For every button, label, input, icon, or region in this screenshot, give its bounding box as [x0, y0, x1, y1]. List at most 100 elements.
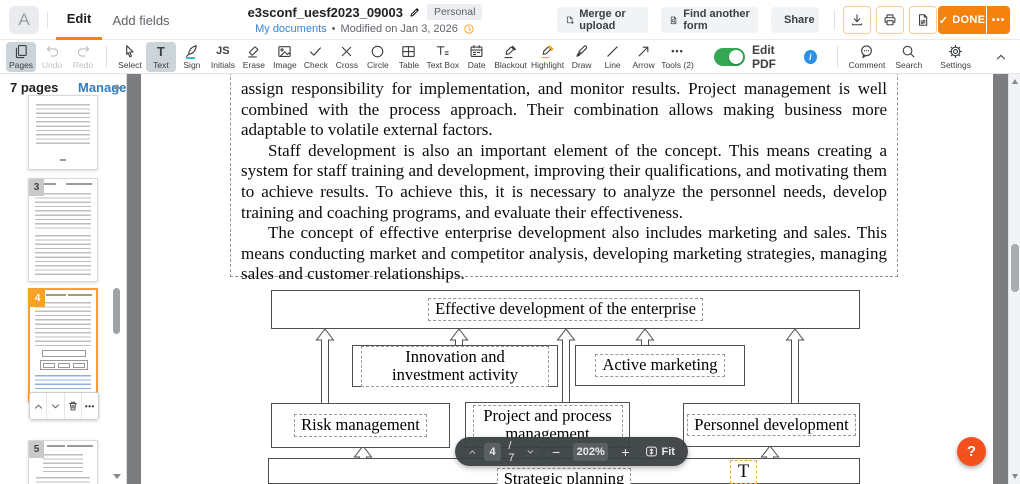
fit-button[interactable]: Fit	[645, 445, 675, 458]
move-page-down-button[interactable]	[47, 393, 65, 419]
zoom-out-button[interactable]: −	[552, 445, 560, 459]
draw-brush-icon	[576, 45, 588, 57]
page-thumbnail-2[interactable]	[28, 95, 98, 170]
line-icon	[607, 46, 618, 57]
sign-quill-icon	[186, 45, 198, 59]
toolbar-label: Search	[895, 60, 923, 70]
main-scrollbar[interactable]	[1008, 74, 1020, 484]
toolbar-item-initials[interactable]: JS Initials	[208, 42, 238, 72]
date-calendar-icon	[470, 44, 483, 57]
text-insert-cursor[interactable]: T	[730, 460, 757, 484]
current-page-input[interactable]: 4	[483, 442, 502, 461]
toolbar-label: Text Box	[426, 60, 460, 70]
diagram-label-field[interactable]: Active marketing	[595, 354, 725, 377]
toolbar-divider	[836, 45, 838, 68]
diagram-label-field[interactable]: Risk management	[294, 414, 427, 437]
undo-icon	[46, 45, 58, 57]
thumbnail-header-line	[66, 183, 92, 185]
merge-or-upload-button[interactable]: Merge or upload	[557, 7, 648, 33]
toolbar-label: Cross	[335, 60, 358, 70]
circle-icon	[372, 45, 384, 58]
edit-pdf-toggle[interactable]	[714, 47, 745, 66]
diagram-label-field[interactable]: Innovation and investment activity	[361, 345, 549, 387]
toolbar-label: Sign	[183, 60, 201, 70]
toolbar-item-redo[interactable]: Redo	[68, 42, 98, 72]
total-pages-label: / 7	[508, 439, 515, 464]
scroll-down-arrow[interactable]	[1011, 474, 1018, 479]
info-icon[interactable]: i	[804, 49, 817, 64]
page-thumbnail-3[interactable]: 3	[28, 178, 98, 282]
app-logo[interactable]: A	[9, 6, 39, 34]
download-icon	[851, 14, 863, 26]
arrow-icon	[638, 46, 649, 57]
tab-add-fields[interactable]: Add fields	[110, 0, 172, 40]
page-thumbnail-5[interactable]: 5	[28, 440, 98, 484]
toolbar-item-blackout[interactable]: Blackout	[493, 42, 529, 72]
toolbar-item-text[interactable]: T Text	[145, 41, 176, 72]
sidebar-scroll-down-arrow[interactable]	[113, 474, 121, 479]
find-form-icon	[670, 16, 677, 24]
toolbar-item-arrow[interactable]: Arrow	[629, 42, 659, 72]
toolbar-item-draw[interactable]: Draw	[567, 42, 597, 72]
toolbar-item-table[interactable]: Table	[394, 42, 424, 72]
toolbar-item-pages[interactable]: Pages	[6, 41, 36, 72]
image-icon	[278, 46, 292, 57]
toolbar-item-date[interactable]: Date	[462, 42, 492, 72]
print-icon	[884, 14, 896, 26]
toolbar-item-undo[interactable]: Undo	[37, 42, 67, 72]
toolbar-item-text-box[interactable]: Text Box	[425, 42, 461, 72]
diagram-label-field[interactable]: Personnel development	[687, 413, 856, 437]
scroll-up-arrow[interactable]	[1011, 79, 1018, 84]
thumbnail-content	[43, 454, 83, 472]
toolbar-item-settings[interactable]: Settings	[937, 42, 974, 72]
toolbar-item-cross[interactable]: Cross	[332, 42, 362, 72]
thumbnail-header-line	[46, 294, 66, 296]
toolbar-item-circle[interactable]: Circle	[363, 42, 393, 72]
diagram-label-field[interactable]: Strategic planning	[496, 468, 632, 484]
zoom-level-value[interactable]: 202%	[573, 442, 609, 461]
toolbar-item-search[interactable]: Search	[892, 42, 925, 72]
collapse-toolbar-icon[interactable]	[988, 42, 1014, 72]
rename-pencil-icon[interactable]	[409, 6, 421, 18]
move-page-up-button[interactable]	[30, 393, 48, 419]
initials-icon: JS	[216, 45, 230, 57]
page-up-icon[interactable]	[468, 447, 477, 457]
sidebar-scrollbar-thumb[interactable]	[113, 288, 120, 334]
page-thumbnail-4-selected[interactable]: 4	[28, 288, 98, 402]
done-more-button[interactable]: •••	[987, 6, 1010, 34]
page-down-icon[interactable]	[526, 447, 535, 457]
toolbar-item-line[interactable]: Line	[598, 42, 628, 72]
share-button[interactable]: Share	[771, 7, 819, 33]
zoom-in-button[interactable]: +	[621, 445, 629, 459]
toolbar-item-sign[interactable]: Sign	[177, 42, 207, 72]
done-button[interactable]: ✓ DONE	[938, 6, 986, 34]
save-as-button[interactable]	[909, 6, 937, 34]
print-button[interactable]	[876, 6, 904, 34]
my-documents-link[interactable]: My documents	[255, 23, 327, 35]
toolbar-item-select[interactable]: Select	[115, 42, 145, 72]
toolbar-label: Line	[604, 60, 621, 70]
text-box-icon	[437, 46, 449, 55]
toolbar-item-highlight[interactable]: Highlight	[529, 42, 565, 72]
header-divider-2	[834, 10, 835, 30]
find-another-form-button[interactable]: Find another form	[661, 7, 758, 33]
edit-pdf-group: Edit PDF i	[714, 43, 817, 71]
sidebar-scroll-up-arrow[interactable]	[113, 84, 121, 89]
toolbar-item-tools[interactable]: ••• Tools (2)	[660, 42, 696, 72]
page-more-options-button[interactable]: •••	[82, 393, 98, 419]
diagram-label-field[interactable]: Effective development of the enterprise	[428, 298, 703, 321]
toolbar-item-comment[interactable]: Comment	[846, 42, 889, 72]
help-button[interactable]: ?	[957, 437, 986, 466]
toolbar-item-check[interactable]: Check	[301, 42, 331, 72]
toolbar-item-erase[interactable]: Erase	[239, 42, 269, 72]
diagram-box-personnel: Personnel development	[683, 403, 860, 447]
toolbar-label: Select	[118, 60, 142, 70]
toolbar-label: Image	[273, 60, 297, 70]
toolbar-item-image[interactable]: Image	[270, 42, 300, 72]
toolbar-label: Table	[398, 60, 420, 70]
download-button[interactable]	[843, 6, 871, 34]
diagram-box-marketing: Active marketing	[575, 345, 745, 386]
scrollbar-thumb[interactable]	[1011, 244, 1019, 292]
tab-edit[interactable]: Edit	[56, 0, 102, 40]
delete-page-button[interactable]	[65, 393, 82, 419]
